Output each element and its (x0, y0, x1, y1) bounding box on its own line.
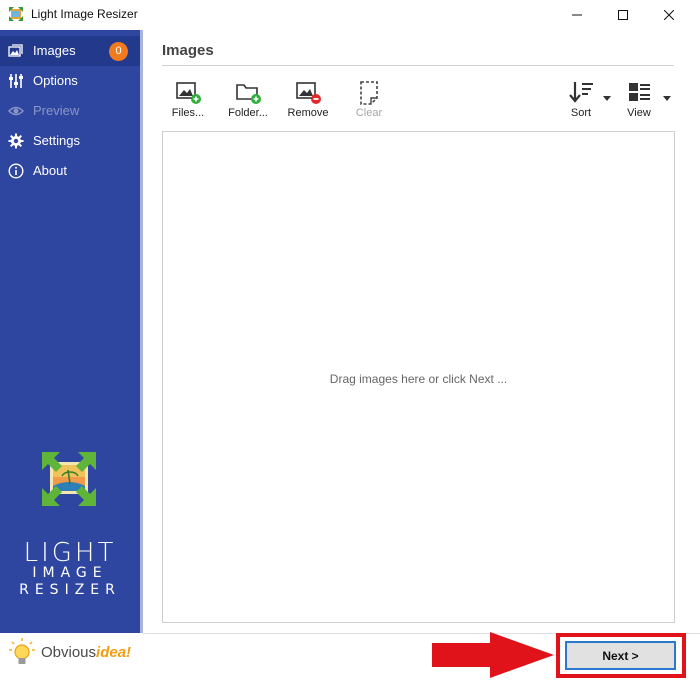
add-image-icon (176, 82, 201, 104)
tool-label: View (627, 107, 651, 119)
tool-label: Remove (287, 107, 329, 119)
brand-bar[interactable]: Obviousidea! (0, 633, 140, 673)
sidebar-item-images[interactable]: Images 0 (0, 36, 140, 66)
sidebar-item-label: Options (33, 73, 78, 88)
close-icon (664, 10, 674, 20)
sidebar-item-label: About (33, 163, 67, 178)
window-title: Light Image Resizer (31, 7, 138, 21)
tool-label: Sort (570, 107, 592, 119)
image-count-badge: 0 (109, 42, 128, 61)
clear-button[interactable]: Clear (341, 78, 397, 124)
chevron-down-icon (603, 96, 611, 101)
gear-icon (8, 133, 24, 149)
info-icon (8, 163, 24, 179)
logo-text-light: LIGHT (23, 538, 117, 568)
minimize-icon (572, 14, 582, 16)
sidebar-item-label: Settings (33, 133, 80, 148)
clear-icon (360, 81, 378, 105)
page-title: Images (162, 42, 214, 59)
sidebar-item-preview[interactable]: Preview (0, 96, 140, 126)
sidebar-item-about[interactable]: About (0, 156, 140, 186)
image-drop-area[interactable]: Drag images here or click Next ... (162, 131, 675, 623)
app-logo-icon (42, 452, 96, 506)
annotation-arrow-icon (432, 632, 554, 678)
app-icon (9, 7, 23, 21)
close-button[interactable] (646, 0, 692, 30)
next-button[interactable]: Next > (565, 641, 676, 670)
remove-image-icon (296, 82, 321, 104)
maximize-button[interactable] (600, 0, 646, 30)
logo-text-image: IMAGE (32, 565, 108, 581)
sidebar: Images 0 Options Preview Settings About … (0, 30, 140, 633)
remove-button[interactable]: Remove (280, 78, 336, 124)
add-files-button[interactable]: Files... (160, 78, 216, 124)
images-icon (8, 44, 23, 57)
sidebar-item-label: Preview (33, 103, 80, 118)
sidebar-item-label: Images (33, 43, 76, 58)
view-list-icon (629, 83, 650, 101)
sidebar-item-options[interactable]: Options (0, 66, 140, 96)
sidebar-divider (140, 30, 143, 633)
tool-label: Folder... (228, 107, 268, 119)
sort-button[interactable]: Sort (553, 78, 611, 124)
title-bar: Light Image Resizer (0, 0, 700, 30)
sliders-icon (9, 74, 23, 88)
sidebar-item-settings[interactable]: Settings (0, 126, 140, 156)
add-folder-icon (236, 84, 261, 104)
logo-text-resizer: RESIZER (19, 582, 121, 598)
drop-hint: Drag images here or click Next ... (329, 372, 508, 386)
tool-label: Files... (171, 107, 205, 119)
title-divider (162, 65, 674, 66)
lightbulb-icon (9, 638, 35, 664)
maximize-icon (618, 10, 628, 20)
tool-label: Clear (355, 107, 383, 119)
sort-icon (569, 82, 593, 103)
eye-icon (8, 106, 24, 116)
add-folder-button[interactable]: Folder... (220, 78, 276, 124)
chevron-down-icon (663, 96, 671, 101)
brand-logo: Obviousidea! (41, 644, 132, 661)
minimize-button[interactable] (554, 0, 600, 30)
view-button[interactable]: View (611, 78, 671, 124)
